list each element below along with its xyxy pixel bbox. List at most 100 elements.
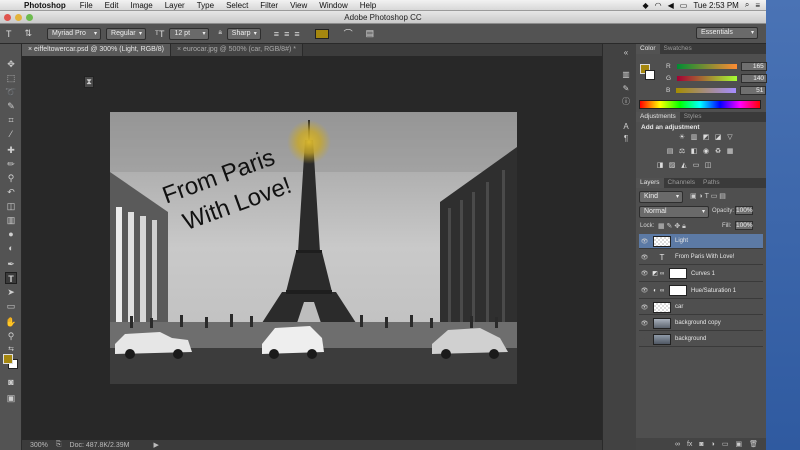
- brightness-adj-icon[interactable]: ☀: [678, 134, 686, 142]
- channel-mixer-adj-icon[interactable]: ♻: [714, 148, 722, 156]
- red-slider[interactable]: [676, 64, 737, 69]
- layer-row[interactable]: 👁︎ ◩ ∞ Curves 1: [639, 266, 763, 282]
- gradient-map-adj-icon[interactable]: ▭: [692, 162, 700, 170]
- tab-eiffeltowercar[interactable]: × eiffeltowercar.psd @ 300% (Light, RGB/…: [22, 44, 171, 56]
- color-lookup-adj-icon[interactable]: ▦: [726, 148, 734, 156]
- menu-file[interactable]: File: [74, 1, 99, 10]
- quick-select-tool-icon[interactable]: ✎: [5, 100, 17, 112]
- tab-swatches[interactable]: Swatches: [660, 44, 696, 54]
- text-color-swatch[interactable]: [314, 28, 329, 39]
- color-spectrum-bar[interactable]: [639, 100, 761, 109]
- posterize-adj-icon[interactable]: ▨: [668, 162, 676, 170]
- fill-value[interactable]: 100%: [735, 221, 753, 230]
- visibility-eye-icon[interactable]: 👁︎: [639, 320, 650, 327]
- bw-adj-icon[interactable]: ◧: [690, 148, 698, 156]
- visibility-eye-icon[interactable]: 👁︎: [639, 287, 650, 294]
- exposure-adj-icon[interactable]: ◪: [714, 134, 722, 142]
- type-tool-button-icon[interactable]: T: [5, 272, 17, 284]
- type-tool-icon[interactable]: T: [6, 29, 12, 39]
- color-balance-adj-icon[interactable]: ⚖: [678, 148, 686, 156]
- doc-size[interactable]: Doc: 487.8K/2.39M: [70, 442, 130, 449]
- minimize-button[interactable]: [15, 14, 22, 21]
- add-mask-icon[interactable]: ◙: [699, 441, 703, 448]
- align-right-icon[interactable]: ≡: [294, 29, 299, 39]
- selective-color-adj-icon[interactable]: ◫: [704, 162, 712, 170]
- green-value[interactable]: 140: [741, 74, 768, 83]
- clock[interactable]: Tue 2:53 PM: [693, 1, 739, 10]
- volume-icon[interactable]: ◀: [668, 1, 674, 10]
- menu-image[interactable]: Image: [124, 1, 158, 10]
- menu-filter[interactable]: Filter: [254, 1, 284, 10]
- vibrance-adj-icon[interactable]: ▽: [726, 134, 734, 142]
- character-panel-icon[interactable]: A: [621, 122, 631, 132]
- trash-icon[interactable]: 🗑︎: [749, 440, 758, 448]
- font-style-select[interactable]: Regular: [106, 27, 147, 40]
- history-panel-icon[interactable]: ▥: [621, 70, 631, 80]
- eyedropper-tool-icon[interactable]: ⁄: [5, 128, 17, 140]
- gradient-tool-icon[interactable]: ▥: [5, 214, 17, 226]
- lock-icons[interactable]: ▦ ✎ ✥ 🔒︎: [658, 222, 686, 231]
- list-icon[interactable]: ≡: [755, 1, 760, 10]
- red-value[interactable]: 165: [740, 62, 767, 71]
- clone-stamp-tool-icon[interactable]: ⚲: [5, 172, 17, 184]
- dodge-tool-icon[interactable]: ◐: [5, 242, 17, 254]
- tab-adjustments[interactable]: Adjustments: [636, 112, 680, 122]
- font-size-select[interactable]: 12 pt: [169, 27, 210, 40]
- tab-channels[interactable]: Channels: [664, 178, 699, 188]
- opacity-value[interactable]: 100%: [735, 206, 753, 215]
- menu-type[interactable]: Type: [191, 1, 220, 10]
- visibility-eye-icon[interactable]: 👁︎: [639, 304, 650, 311]
- new-layer-icon[interactable]: ▣: [735, 440, 742, 448]
- tab-eurocar[interactable]: × eurocar.jpg @ 500% (car, RGB/8#) *: [170, 44, 303, 56]
- layer-row[interactable]: 👁︎ ◐ ∞ Hue/Saturation 1: [639, 283, 763, 299]
- tab-layers[interactable]: Layers: [636, 178, 664, 188]
- invert-adj-icon[interactable]: ◨: [656, 162, 664, 170]
- lasso-tool-icon[interactable]: ➰: [5, 86, 17, 98]
- fx-icon[interactable]: fx: [687, 441, 692, 448]
- antialias-select[interactable]: Sharp: [226, 27, 261, 40]
- tab-styles[interactable]: Styles: [680, 112, 706, 122]
- layer-row[interactable]: · background: [639, 332, 763, 347]
- search-icon[interactable]: ⌕: [745, 0, 749, 10]
- wifi-icon[interactable]: ◠: [655, 1, 662, 10]
- workspace-select[interactable]: Essentials: [696, 27, 758, 39]
- menu-edit[interactable]: Edit: [99, 1, 125, 10]
- properties-panel-icon[interactable]: ✎: [621, 84, 631, 94]
- dropbox-icon[interactable]: ◆: [642, 1, 648, 10]
- collapse-icon[interactable]: «: [621, 48, 631, 58]
- threshold-adj-icon[interactable]: ◭: [680, 162, 688, 170]
- visibility-eye-icon[interactable]: 👁︎: [639, 254, 650, 261]
- history-brush-tool-icon[interactable]: ↶: [5, 186, 17, 198]
- foreground-color-swatch[interactable]: [3, 354, 13, 364]
- tab-color[interactable]: Color: [636, 44, 660, 54]
- hue-sat-adj-icon[interactable]: ▤: [666, 148, 674, 156]
- zoom-level[interactable]: 300%: [30, 442, 48, 449]
- rectangle-tool-icon[interactable]: ▭: [5, 300, 17, 312]
- blue-slider[interactable]: [676, 88, 737, 93]
- menu-select[interactable]: Select: [220, 1, 254, 10]
- blue-value[interactable]: 51: [740, 86, 767, 95]
- align-left-icon[interactable]: ≡: [274, 29, 279, 39]
- new-group-icon[interactable]: ▭: [722, 440, 729, 448]
- menu-layer[interactable]: Layer: [159, 1, 191, 10]
- green-slider[interactable]: [677, 76, 738, 81]
- status-arrow-icon[interactable]: ▶: [153, 441, 158, 449]
- menu-view[interactable]: View: [284, 1, 313, 10]
- export-icon[interactable]: ⎘: [56, 441, 62, 449]
- document-image[interactable]: From Paris With Love!: [110, 112, 517, 384]
- levels-adj-icon[interactable]: ▥: [690, 134, 698, 142]
- photo-filter-adj-icon[interactable]: ◉: [702, 148, 710, 156]
- zoom-button[interactable]: [26, 14, 33, 21]
- path-select-tool-icon[interactable]: ➤: [5, 286, 17, 298]
- layer-row[interactable]: 👁︎ car: [639, 300, 763, 315]
- close-button[interactable]: [4, 14, 11, 21]
- tab-paths[interactable]: Paths: [699, 178, 724, 188]
- link-layers-icon[interactable]: ∞: [675, 441, 680, 448]
- app-menu[interactable]: Photoshop: [22, 1, 74, 10]
- paragraph-panel-icon[interactable]: ¶: [621, 134, 631, 144]
- bg-color-chip[interactable]: [645, 70, 655, 80]
- quick-mask-icon[interactable]: ◙: [5, 376, 17, 388]
- healing-tool-icon[interactable]: ✚: [5, 144, 17, 156]
- marquee-tool-icon[interactable]: ⬚: [5, 72, 17, 84]
- crop-tool-icon[interactable]: ⌗: [5, 114, 17, 126]
